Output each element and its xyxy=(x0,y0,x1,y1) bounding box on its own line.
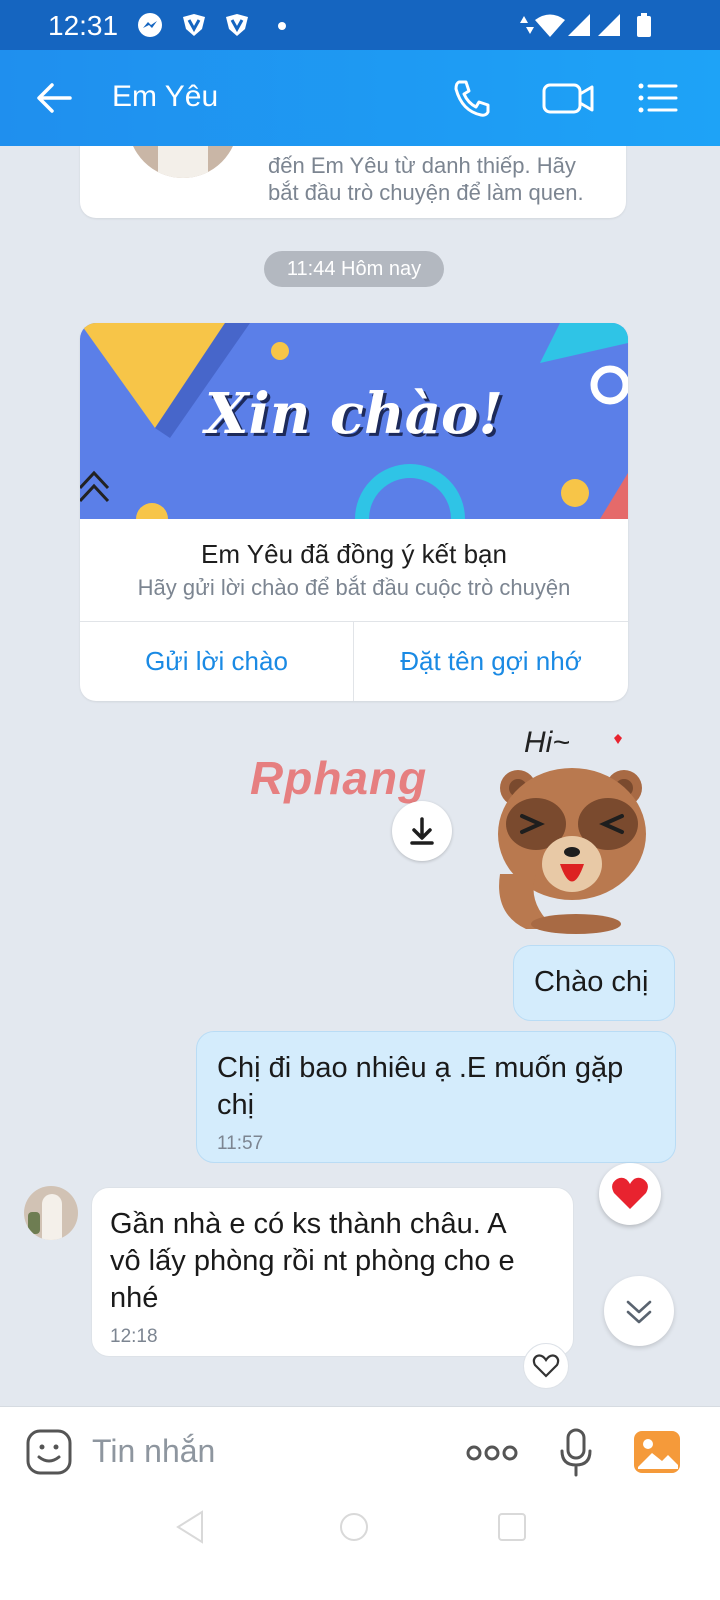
vpn-shield-icon xyxy=(226,14,248,36)
nav-home-icon[interactable] xyxy=(338,1510,370,1544)
friend-accept-card: Xin chào! Em Yêu đã đồng ý kết bạn Hãy g… xyxy=(80,323,628,701)
time-divider: 11:44 Hôm nay xyxy=(264,251,444,287)
more-options-icon[interactable] xyxy=(464,1433,520,1473)
message-time: 12:18 xyxy=(110,1326,158,1347)
contact-name[interactable]: Em Yêu xyxy=(112,80,218,114)
message-input[interactable]: Tin nhắn xyxy=(92,1433,215,1470)
messenger-icon xyxy=(138,13,162,37)
message-text: Chị đi bao nhiêu ạ .E muốn gặp chị xyxy=(217,1052,624,1121)
sender-avatar[interactable] xyxy=(24,1186,78,1240)
signal-icon xyxy=(598,14,620,36)
watermark: Rphang xyxy=(250,752,428,804)
heart-outline-icon xyxy=(532,1354,560,1378)
back-arrow-icon[interactable] xyxy=(30,74,78,122)
message-text: Gần nhà e có ks thành châu. A vô lấy phò… xyxy=(110,1208,515,1314)
bear-sticker[interactable]: Hi~ xyxy=(496,724,666,934)
nav-back-icon[interactable] xyxy=(174,1510,206,1544)
greeting-banner: Xin chào! xyxy=(80,323,628,519)
message-text: Chào chị xyxy=(534,966,649,998)
microphone-icon[interactable] xyxy=(556,1427,596,1479)
message-time: 11:57 xyxy=(217,1133,264,1154)
friend-card-title: Em Yêu đã đồng ý kết bạn xyxy=(201,539,507,569)
banner-greeting-text: Xin chào! xyxy=(205,381,503,447)
menu-list-icon[interactable] xyxy=(634,74,682,122)
set-nickname-button[interactable]: Đặt tên gợi nhớ xyxy=(354,621,628,701)
incoming-message-bubble[interactable]: Gần nhà e có ks thành châu. A vô lấy phò… xyxy=(91,1187,574,1357)
emoji-icon[interactable] xyxy=(24,1427,74,1477)
status-time: 12:31 xyxy=(48,10,119,41)
send-greeting-button[interactable]: Gửi lời chào xyxy=(80,621,353,701)
message-list[interactable]: đến Em Yêu từ danh thiếp. Hãy bắt đầu tr… xyxy=(0,146,720,1408)
double-chevron-down-icon xyxy=(626,1300,652,1324)
heart-icon xyxy=(612,1177,648,1209)
intro-text: đến Em Yêu từ danh thiếp. Hãy bắt đầu tr… xyxy=(268,153,584,205)
download-icon xyxy=(410,817,434,845)
status-bar: 12:31 xyxy=(0,0,720,50)
avatar xyxy=(128,146,238,178)
friend-card-subtitle: Hãy gửi lời chào để bắt đầu cuộc trò chu… xyxy=(137,575,571,600)
vpn-shield-icon xyxy=(183,14,205,36)
system-nav-bar xyxy=(0,1496,720,1600)
download-button[interactable] xyxy=(392,801,452,861)
intro-card: đến Em Yêu từ danh thiếp. Hãy bắt đầu tr… xyxy=(80,146,626,218)
image-picker-icon[interactable] xyxy=(632,1427,682,1477)
phone-icon[interactable] xyxy=(448,74,496,122)
video-call-icon[interactable] xyxy=(540,74,596,122)
scroll-to-bottom-button[interactable] xyxy=(604,1276,674,1346)
dot-icon xyxy=(278,22,286,30)
wifi-icon xyxy=(535,14,565,37)
outgoing-message-bubble[interactable]: Chào chị xyxy=(513,945,675,1021)
message-composer: Tin nhắn xyxy=(0,1406,720,1497)
outgoing-message-bubble[interactable]: Chị đi bao nhiêu ạ .E muốn gặp chị 11:57 xyxy=(196,1031,676,1163)
chat-header: Em Yêu xyxy=(0,50,720,146)
reaction-button[interactable] xyxy=(599,1163,661,1225)
nav-recents-icon[interactable] xyxy=(496,1510,528,1544)
battery-icon xyxy=(637,13,651,37)
signal-icon xyxy=(568,14,590,36)
bear-face-icon xyxy=(498,734,646,934)
like-reaction-button[interactable] xyxy=(523,1343,569,1389)
